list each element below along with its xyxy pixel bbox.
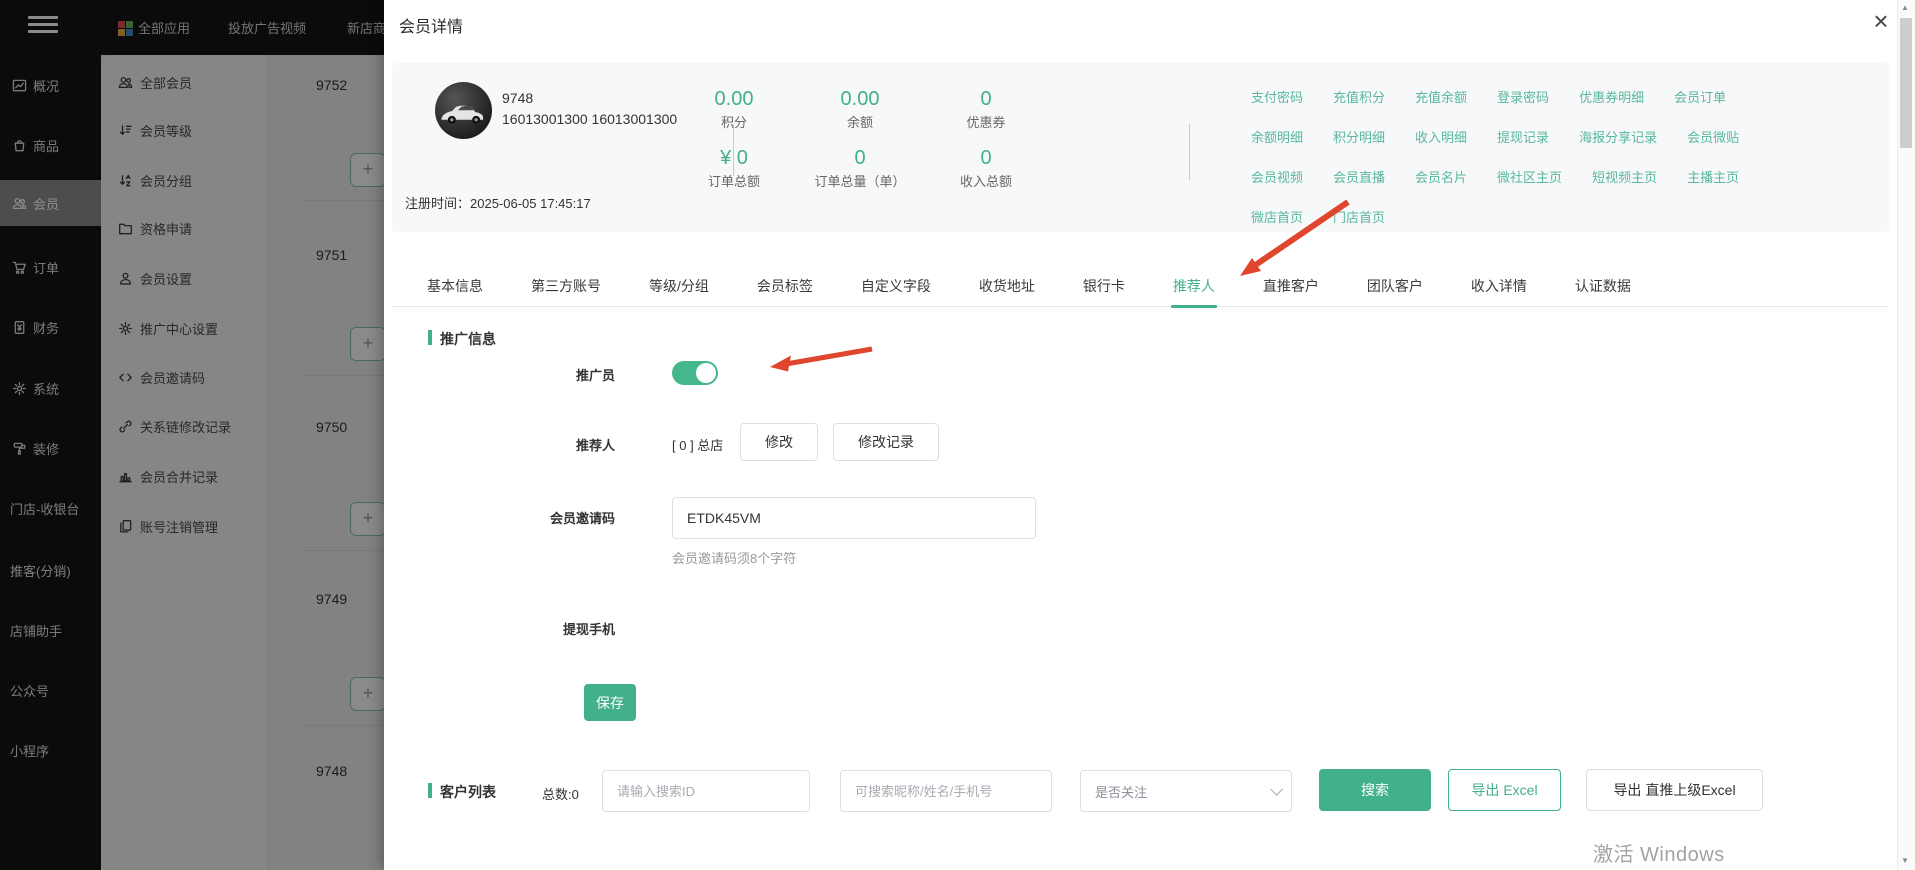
stat-value: ¥ 0	[720, 147, 748, 169]
search-button[interactable]: 搜索	[1319, 769, 1431, 811]
stat-label: 余额	[846, 115, 873, 130]
tab-level-group[interactable]: 等级/分组	[649, 270, 709, 306]
modify-referrer-button[interactable]: 修改	[740, 423, 818, 461]
link-row: 余额明细 积分明细 收入明细 提现记录 海报分享记录 会员微贴	[1251, 116, 1811, 156]
member-link[interactable]: 登录密码	[1497, 87, 1549, 106]
member-action-links: 支付密码 充值积分 充值余额 登录密码 优惠券明细 会员订单余额明细 积分明细 收入明细 提现记…	[1251, 76, 1811, 236]
arrow-to-promoter-toggle	[770, 346, 873, 372]
promo-section-title: 推广信息	[440, 331, 496, 347]
stat-column: 0.00 积分 ¥ 0 订单总额	[664, 84, 804, 202]
customers-total: 总数:0	[542, 787, 579, 802]
search-name-input[interactable]	[840, 770, 1052, 812]
member-detail-drawer: 会员详情 × 9748 16013001300 16013001300 注册时间…	[384, 0, 1915, 870]
member-link[interactable]: 优惠券明细	[1579, 87, 1644, 106]
member-link[interactable]: 收入明细	[1415, 127, 1467, 146]
member-link[interactable]: 会员视频	[1251, 167, 1303, 186]
stat-value: 0.00	[840, 88, 880, 110]
stat-label: 优惠券	[966, 115, 1006, 130]
tab-auth-data[interactable]: 认证数据	[1575, 270, 1631, 306]
tab-team-customers[interactable]: 团队客户	[1367, 270, 1423, 306]
member-link[interactable]: 会员名片	[1415, 167, 1467, 186]
chevron-down-icon	[1270, 782, 1283, 796]
modify-log-button[interactable]: 修改记录	[833, 423, 939, 461]
referrer-value: [ 0 ] 总店	[672, 438, 724, 453]
stat-label: 订单总额	[707, 174, 760, 189]
member-link[interactable]: 积分明细	[1333, 127, 1385, 146]
stat-column: 0.00 余额 0 订单总量（单）	[790, 84, 930, 202]
scrollbar-down-icon[interactable]: ▼	[1901, 856, 1909, 865]
member-link[interactable]: 会员微贴	[1687, 127, 1739, 146]
search-id-input[interactable]	[602, 770, 810, 812]
stat-value: 0	[980, 88, 992, 110]
windows-activation-watermark: 激活 Windows	[1593, 844, 1725, 866]
member-link[interactable]: 支付密码	[1251, 87, 1303, 106]
drawer-title: 会员详情	[399, 19, 464, 36]
detail-tabs: 基本信息 第三方账号 等级/分组 会员标签 自定义字段 收货地址 银行卡 推荐人 直推客户 团队客…	[392, 270, 1889, 308]
section-bar	[428, 330, 432, 345]
stat-value: 0	[854, 147, 866, 169]
scrollbar-up-icon[interactable]: ▲	[1901, 3, 1909, 12]
tab-referrer[interactable]: 推荐人	[1170, 270, 1217, 308]
scrollbar-thumb[interactable]	[1900, 18, 1912, 148]
member-link[interactable]: 主播主页	[1687, 167, 1739, 186]
stat-label: 积分	[720, 115, 747, 130]
member-link[interactable]: 充值余额	[1415, 87, 1467, 106]
close-icon[interactable]: ×	[1866, 6, 1896, 37]
tab-bank-card[interactable]: 银行卡	[1083, 270, 1125, 306]
page: 全部应用 投放广告视频 新店商城 概况 商品 会员 订单 财务 系统 装修 门店-收银台 推客(…	[0, 0, 1915, 870]
member-link[interactable]: 会员直播	[1333, 167, 1385, 186]
save-button[interactable]: 保存	[584, 684, 636, 721]
customers-section-title: 客户列表	[440, 784, 496, 800]
member-link[interactable]: 充值积分	[1333, 87, 1385, 106]
referrer-label: 推荐人	[575, 438, 615, 453]
tab-third-party[interactable]: 第三方账号	[531, 270, 601, 306]
member-link[interactable]: 微社区主页	[1497, 167, 1562, 186]
tab-custom-fields[interactable]: 自定义字段	[861, 270, 931, 306]
tab-member-tags[interactable]: 会员标签	[757, 270, 813, 306]
link-row: 支付密码 充值积分 充值余额 登录密码 优惠券明细 会员订单	[1251, 76, 1811, 116]
section-bar	[428, 783, 432, 798]
promoter-toggle[interactable]	[672, 361, 718, 385]
stat-label: 收入总额	[959, 174, 1012, 189]
member-link[interactable]: 微店首页	[1251, 207, 1303, 226]
link-row: 微店首页 门店首页	[1251, 196, 1811, 236]
stat-label: 订单总量（单）	[814, 174, 906, 189]
export-excel-button[interactable]: 导出 Excel	[1448, 769, 1561, 811]
tab-direct-customers[interactable]: 直推客户	[1263, 270, 1319, 306]
export-parent-excel-button[interactable]: 导出 直推上级Excel	[1586, 769, 1763, 811]
invite-code-input[interactable]	[672, 497, 1036, 539]
link-row: 会员视频 会员直播 会员名片 微社区主页 短视频主页 主播主页	[1251, 156, 1811, 196]
follow-select-value: 是否关注	[1095, 784, 1148, 800]
tab-shipping-address[interactable]: 收货地址	[979, 270, 1035, 306]
member-link[interactable]: 短视频主页	[1592, 167, 1657, 186]
stat-value: 0	[980, 147, 992, 169]
divider	[1189, 124, 1190, 180]
stat-column: 0 优惠券 0 收入总额	[916, 84, 1056, 202]
member-link[interactable]: 余额明细	[1251, 127, 1303, 146]
invite-code-label: 会员邀请码	[549, 511, 615, 526]
stat-value: 0.00	[714, 88, 754, 110]
withdraw-phone-label: 提现手机	[562, 622, 615, 637]
toggle-knob	[696, 363, 716, 383]
member-link[interactable]: 会员订单	[1674, 87, 1726, 106]
member-link[interactable]: 海报分享记录	[1579, 127, 1657, 146]
promoter-label: 推广员	[575, 368, 615, 383]
tab-basic[interactable]: 基本信息	[427, 270, 483, 306]
invite-code-hint: 会员邀请码须8个字符	[672, 551, 797, 566]
tab-income-detail[interactable]: 收入详情	[1471, 270, 1527, 306]
member-link[interactable]: 提现记录	[1497, 127, 1549, 146]
follow-select[interactable]: 是否关注	[1080, 770, 1292, 812]
member-summary-card: 9748 16013001300 16013001300 注册时间：2025-0…	[392, 63, 1889, 232]
member-link[interactable]: 门店首页	[1333, 207, 1385, 226]
